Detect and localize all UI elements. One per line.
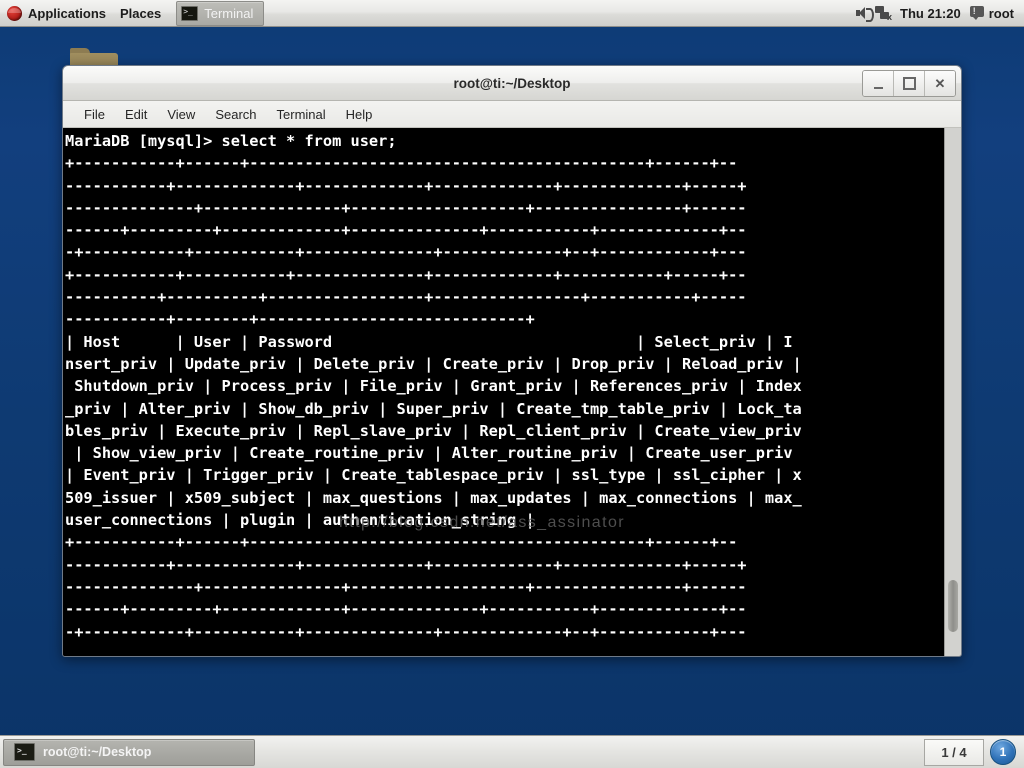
menu-file[interactable]: File bbox=[75, 105, 114, 124]
menu-help[interactable]: Help bbox=[337, 105, 382, 124]
terminal-scrollbar[interactable] bbox=[944, 128, 961, 656]
user-menu-label[interactable]: root bbox=[989, 6, 1018, 21]
window-list-item-terminal[interactable]: Terminal bbox=[176, 0, 265, 26]
terminal-body[interactable]: MariaDB [mysql]> select * from user; +--… bbox=[63, 128, 961, 656]
menu-edit[interactable]: Edit bbox=[116, 105, 156, 124]
window-titlebar[interactable]: root@ti:~/Desktop bbox=[63, 66, 961, 101]
workspace-indicator[interactable]: 1 bbox=[990, 739, 1016, 765]
terminal-icon bbox=[14, 743, 35, 761]
scrollbar-thumb[interactable] bbox=[948, 580, 958, 632]
places-menu-label: Places bbox=[120, 5, 162, 21]
workspace-area: 1 / 4 1 bbox=[924, 736, 1024, 768]
fedora-logo-icon bbox=[7, 5, 22, 21]
clock[interactable]: Thu 21:20 bbox=[894, 6, 967, 21]
applications-menu-label: Applications bbox=[28, 5, 107, 21]
terminal-icon bbox=[181, 5, 199, 21]
taskbar-item-label: root@ti:~/Desktop bbox=[43, 745, 152, 759]
window-controls bbox=[862, 70, 956, 97]
menu-view[interactable]: View bbox=[158, 105, 204, 124]
top-panel: Applications Places Terminal x Thu 21:20… bbox=[0, 0, 1024, 27]
minimize-button[interactable] bbox=[863, 71, 894, 96]
menu-terminal[interactable]: Terminal bbox=[268, 105, 335, 124]
places-menu[interactable]: Places bbox=[113, 1, 168, 26]
menu-bar: File Edit View Search Terminal Help bbox=[63, 101, 961, 128]
window-title: root@ti:~/Desktop bbox=[453, 75, 571, 91]
applications-menu[interactable]: Applications bbox=[0, 1, 113, 26]
menu-search[interactable]: Search bbox=[206, 105, 265, 124]
close-button[interactable] bbox=[925, 71, 955, 96]
panel-status-area: x Thu 21:20 ! root bbox=[854, 0, 1024, 27]
terminal-output[interactable]: MariaDB [mysql]> select * from user; +--… bbox=[63, 128, 944, 656]
user-message-icon[interactable]: ! bbox=[969, 5, 987, 21]
bottom-panel: root@ti:~/Desktop 1 / 4 1 bbox=[0, 735, 1024, 768]
speaker-volume-icon[interactable] bbox=[854, 5, 875, 22]
window-list-item-label: Terminal bbox=[204, 5, 254, 21]
workspace-switcher[interactable]: 1 / 4 bbox=[924, 738, 984, 766]
desktop-screen: Applications Places Terminal x Thu 21:20… bbox=[0, 0, 1024, 768]
terminal-window: root@ti:~/Desktop File Edit View Search … bbox=[62, 65, 962, 657]
maximize-button[interactable] bbox=[894, 71, 925, 96]
network-disconnected-icon[interactable]: x bbox=[874, 5, 892, 22]
taskbar-item-terminal[interactable]: root@ti:~/Desktop bbox=[3, 738, 255, 766]
